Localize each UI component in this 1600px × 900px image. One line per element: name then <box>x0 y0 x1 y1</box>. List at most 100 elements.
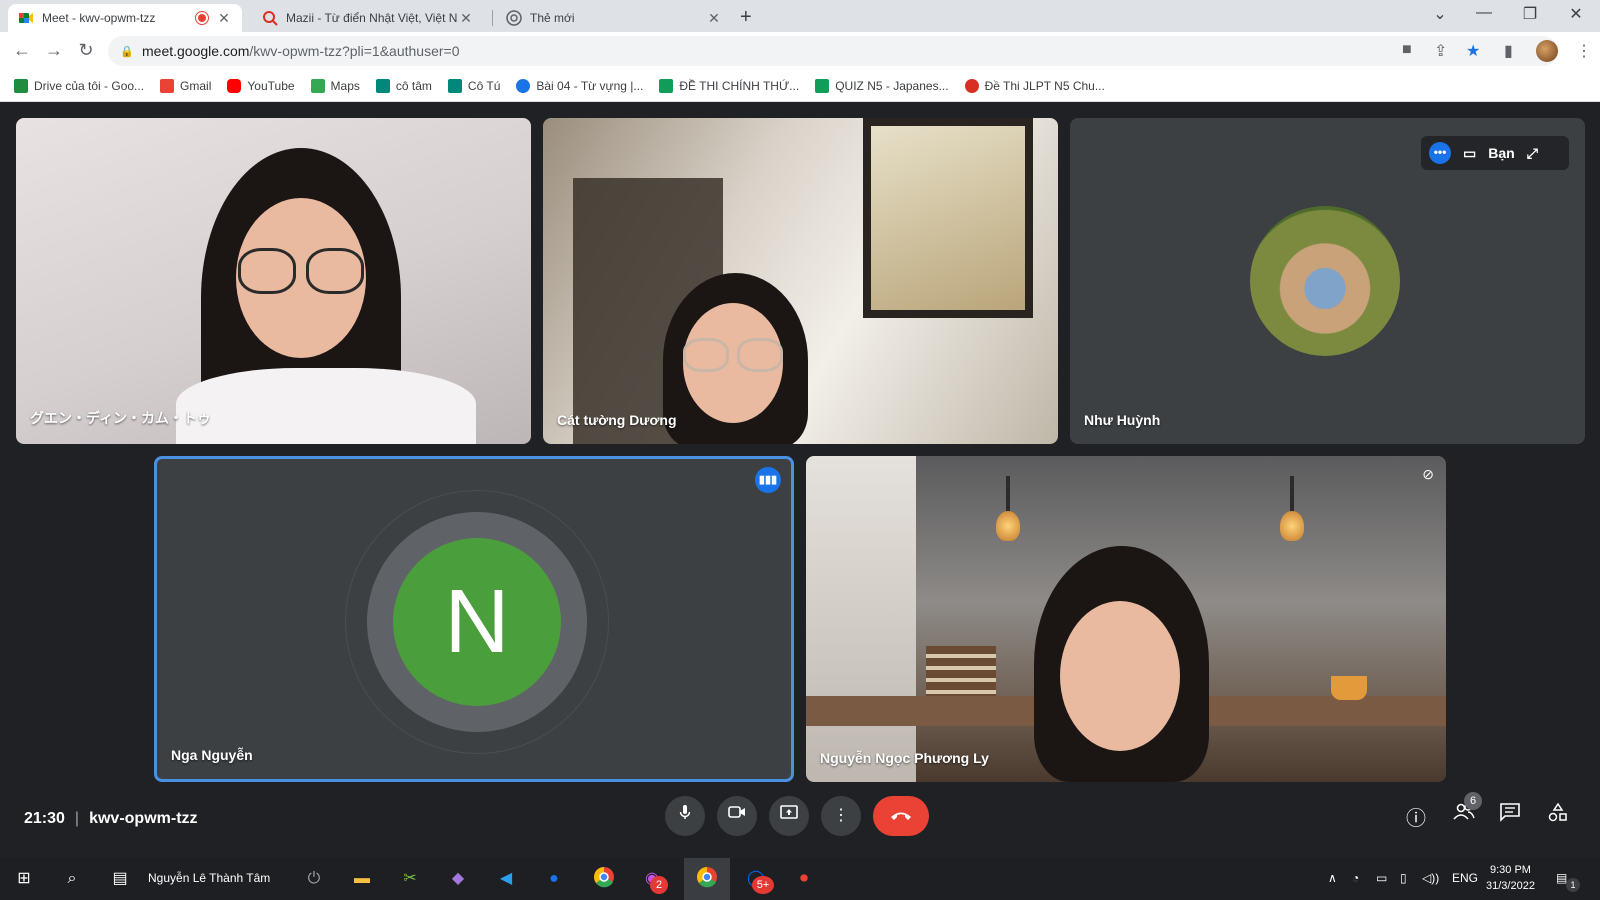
reload-icon[interactable]: ↻ <box>74 40 98 61</box>
google-drive-icon <box>14 78 28 93</box>
battery-icon[interactable]: ▭ <box>1376 871 1387 885</box>
taskbar-clock[interactable]: 9:30 PM 31/3/2022 <box>1486 862 1535 894</box>
close-tab-icon[interactable]: ✕ <box>216 10 232 27</box>
participant-avatar-initial: N <box>393 538 561 706</box>
present-screen-button[interactable] <box>769 796 809 836</box>
google-meet-icon <box>447 78 462 93</box>
share-icon[interactable]: ⇪ <box>1434 41 1447 61</box>
bookmark-star-icon[interactable]: ★ <box>1466 41 1480 61</box>
activities-svg <box>1548 802 1567 822</box>
chrome-active-icon[interactable] <box>693 866 721 892</box>
activities-icon[interactable] <box>1544 802 1572 830</box>
tab-meet[interactable]: Meet - kwv-opwm-tzz ✕ <box>8 4 242 32</box>
record-icon[interactable]: ⏺ <box>790 866 818 892</box>
url-host: meet.google.com <box>142 43 250 59</box>
meeting-details-icon[interactable]: ⓘ <box>1402 802 1430 831</box>
forward-arrow-icon[interactable]: → <box>42 40 66 61</box>
back-arrow-icon[interactable]: ← <box>10 40 34 61</box>
bookmark-item[interactable]: ĐỀ THI CHÍNH THỨ... <box>659 78 799 93</box>
profile-avatar[interactable] <box>1536 40 1558 62</box>
recording-icon <box>196 12 208 24</box>
participant-video <box>1331 676 1367 700</box>
app-icon[interactable]: ● <box>540 866 568 892</box>
mic-off-icon: ⊘ <box>1422 466 1434 482</box>
bookmark-item[interactable]: QUIZ N5 - Japanes... <box>815 78 949 93</box>
close-tab-icon[interactable]: ✕ <box>706 10 722 27</box>
microphone-tray-icon[interactable]: ▯ <box>1400 871 1407 885</box>
bookmark-item[interactable]: Maps <box>310 78 360 93</box>
tray-chevron-icon[interactable]: ∧ <box>1328 871 1337 885</box>
menu-kebab-icon[interactable]: ⋮ <box>1576 41 1592 61</box>
wifi-icon[interactable]: ◔ <box>1352 871 1359 885</box>
expand-icon[interactable]: ⤢ <box>1527 145 1538 162</box>
vs-code-icon[interactable]: ◀ <box>492 866 520 892</box>
more-options-button[interactable]: ⋮ <box>821 796 861 836</box>
participant-video <box>306 248 364 294</box>
participant-video <box>176 368 476 444</box>
bookmark-item[interactable]: Gmail <box>160 78 211 93</box>
close-tab-icon[interactable]: ✕ <box>458 10 474 27</box>
bookmark-item[interactable]: Đề Thi JLPT N5 Chu... <box>964 78 1105 93</box>
task-view-icon[interactable]: ▤ <box>106 866 134 892</box>
bookmark-item[interactable]: Bài 04 - Từ vựng |... <box>516 78 643 93</box>
participant-tile[interactable]: グエン・ディン・カム・トゥ <box>16 118 531 444</box>
participant-tile[interactable]: Cát tường Dương <box>543 118 1058 444</box>
url-path: /kwv-opwm-tzz?pli=1&authuser=0 <box>249 43 460 59</box>
sheets-icon <box>659 78 674 93</box>
lock-icon: 🔒 <box>120 45 134 58</box>
bookmark-item[interactable]: Cô Tú <box>447 78 500 93</box>
participant-video <box>1290 476 1294 516</box>
participant-name: グエン・ディン・カム・トゥ <box>30 410 212 426</box>
clock-time: 9:30 PM <box>1489 864 1531 876</box>
notification-badge: 2 <box>650 876 668 894</box>
participant-tile[interactable]: ⊘ Nguyễn Ngọc Phương Ly <box>806 456 1446 782</box>
visual-studio-icon[interactable]: ◆ <box>444 866 472 892</box>
snipping-tool-icon[interactable]: ✂ <box>396 866 424 892</box>
mazii-icon <box>262 10 278 26</box>
tab-mazii[interactable]: Mazii - Từ điển Nhật Việt, Việt Nh ✕ <box>252 4 484 32</box>
taskbar-username[interactable]: Nguyễn Lê Thành Tâm <box>148 871 270 885</box>
minimize-button[interactable]: — <box>1464 4 1504 22</box>
participant-video <box>1006 476 1010 516</box>
camera-icon[interactable]: ▭ <box>1463 145 1476 162</box>
search-icon[interactable]: ⌕ <box>58 866 86 892</box>
browser-toolbar: ← → ↻ 🔒 meet.google.com/kwv-opwm-tzz?pli… <box>0 32 1600 70</box>
hang-up-icon <box>891 812 911 820</box>
tab-new-tab[interactable]: Thẻ mới ✕ <box>496 4 732 32</box>
camera-in-use-icon[interactable]: ■ <box>1402 41 1412 59</box>
tab-title: Thẻ mới <box>530 11 575 25</box>
bookmark-item[interactable]: Drive của tôi - Goo... <box>14 78 144 93</box>
chat-icon[interactable] <box>1496 802 1524 828</box>
tab-title: Mazii - Từ điển Nhật Việt, Việt Nh <box>286 11 458 25</box>
tab-search-chevron-icon[interactable]: ⌄ <box>1420 4 1460 24</box>
address-bar[interactable]: 🔒 meet.google.com/kwv-opwm-tzz?pli=1&aut… <box>108 36 1558 66</box>
site-icon <box>516 78 531 93</box>
divider: | <box>74 810 80 827</box>
language-indicator[interactable]: ENG <box>1452 871 1478 885</box>
participant-name: Như Huỳnh <box>1084 412 1161 428</box>
volume-icon[interactable]: ◁)) <box>1422 871 1439 885</box>
bookmark-item[interactable]: YouTube <box>227 78 295 93</box>
participant-name: Cát tường Dương <box>557 412 677 428</box>
participant-video <box>996 511 1020 541</box>
file-explorer-icon[interactable]: ▬ <box>348 866 376 892</box>
close-window-button[interactable]: ✕ <box>1556 4 1596 24</box>
site-icon <box>964 78 979 93</box>
kebab-menu-icon: ⋮ <box>833 807 849 824</box>
new-tab-button[interactable]: + <box>740 6 752 29</box>
side-panel-icon[interactable]: ▮ <box>1504 41 1513 61</box>
participant-tile-active[interactable]: N ▮▮▮ Nga Nguyễn <box>154 456 794 782</box>
participant-video <box>1280 511 1304 541</box>
meeting-info: 21:30 | kwv-opwm-tzz <box>24 810 198 828</box>
participants-count-badge: 6 <box>1464 792 1482 810</box>
microphone-button[interactable] <box>665 796 705 836</box>
participant-name: Nga Nguyễn <box>171 747 253 763</box>
power-icon[interactable]: ⏻ <box>300 866 328 892</box>
bookmark-item[interactable]: cô tâm <box>375 78 432 93</box>
camera-button[interactable] <box>717 796 757 836</box>
chrome-icon[interactable] <box>590 866 618 892</box>
more-options-icon[interactable]: ••• <box>1429 142 1451 164</box>
windows-start-icon[interactable]: ⊞ <box>10 866 38 892</box>
restore-button[interactable]: ❐ <box>1510 4 1550 24</box>
leave-call-button[interactable] <box>873 796 929 836</box>
